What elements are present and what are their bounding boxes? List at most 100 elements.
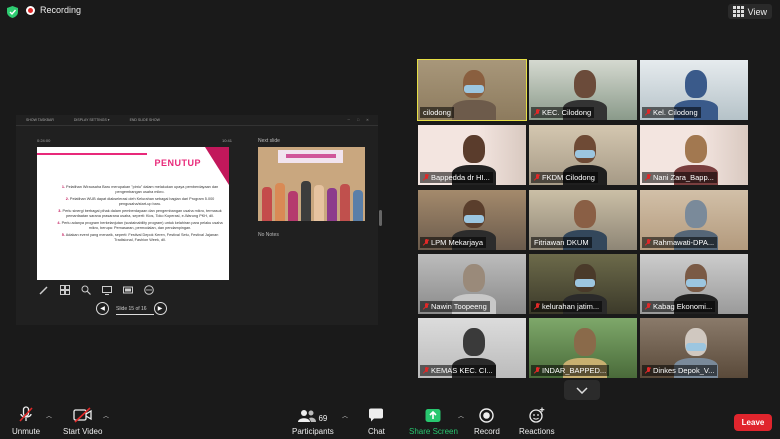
slide-progress-bar xyxy=(116,313,154,315)
participant-head xyxy=(685,135,707,163)
participant-name-tag: kelurahan jatim... xyxy=(531,301,603,312)
participant-tile[interactable]: KEC. Cilodong xyxy=(529,60,637,120)
participant-name-tag: Nawin Toopeeng xyxy=(420,301,490,312)
reactions-button[interactable]: Reactions xyxy=(519,404,555,436)
participant-head xyxy=(685,200,707,228)
leave-button[interactable]: Leave xyxy=(734,414,772,431)
slide-point: 5. Adakan event yang menarik, seperti: F… xyxy=(57,233,223,242)
muted-mic-icon xyxy=(534,303,540,310)
participant-name-tag: INDAR_BAPPED... xyxy=(531,365,610,376)
muted-mic-icon xyxy=(534,109,540,116)
muted-mic-icon xyxy=(645,174,651,181)
participant-tile[interactable]: Nani Zara_Bapp... xyxy=(640,125,748,185)
share-screen-icon xyxy=(425,404,441,423)
participant-tile[interactable]: Bappedda dr HI... xyxy=(418,125,526,185)
participant-name: KEC. Cilodong xyxy=(542,108,592,117)
participant-name-tag: KEC. Cilodong xyxy=(531,107,595,118)
presenter-toolbar: SHOW TASKBAR DISPLAY SETTINGS ▾ END SLID… xyxy=(16,115,378,126)
pointer-icon[interactable] xyxy=(101,284,112,295)
gallery-next-page-button[interactable] xyxy=(564,380,600,400)
view-button[interactable]: View xyxy=(727,4,772,19)
participant-name-tag: Rahmawati-DPA... xyxy=(642,237,718,248)
participant-head xyxy=(463,200,485,228)
next-slide-banner xyxy=(278,150,343,163)
timer-row: 0:24:00 10:41 xyxy=(37,138,232,143)
participant-name-tag: KEMAS KEC. CI... xyxy=(420,365,496,376)
participant-tile[interactable]: Rahmawati-DPA... xyxy=(640,190,748,250)
participant-head xyxy=(574,200,596,228)
muted-mic-icon xyxy=(645,303,651,310)
participant-tile[interactable]: FKDM Cilodong xyxy=(529,125,637,185)
video-options-caret[interactable]: ︿ xyxy=(103,411,109,420)
show-taskbar-button[interactable]: SHOW TASKBAR xyxy=(26,118,54,122)
participants-button[interactable]: 69 Participants xyxy=(292,404,334,436)
participant-name: Nawin Toopeeng xyxy=(431,302,487,311)
next-slide-person xyxy=(327,188,337,221)
share-screen-button[interactable]: Share Screen xyxy=(409,404,458,436)
pen-icon[interactable] xyxy=(38,284,49,295)
start-video-button[interactable]: Start Video xyxy=(63,404,102,436)
video-off-icon xyxy=(73,404,93,423)
share-options-caret[interactable]: ︿ xyxy=(458,411,464,420)
recording-label: Recording xyxy=(40,5,82,15)
slide-tools xyxy=(38,284,154,295)
muted-mic-icon xyxy=(423,174,429,181)
participant-name-tag: Bappedda dr HI... xyxy=(420,172,493,183)
participant-name: Fitriawan DKUM xyxy=(534,238,589,247)
participant-tile[interactable]: INDAR_BAPPED... xyxy=(529,318,637,378)
chat-button[interactable]: Chat xyxy=(368,404,385,436)
participant-head xyxy=(574,328,596,356)
participant-tile[interactable]: Kel. Cilodong xyxy=(640,60,748,120)
record-button[interactable]: Record xyxy=(474,404,500,436)
participant-name: cilodong xyxy=(423,108,451,117)
display-settings-button[interactable]: DISPLAY SETTINGS ▾ xyxy=(74,118,110,122)
slide-counter: Slide 15 of 16 xyxy=(116,306,154,315)
slide-decoration xyxy=(37,153,147,155)
chat-label: Chat xyxy=(368,427,385,436)
unmute-label: Unmute xyxy=(12,427,41,436)
current-slide: PENUTUP 1. Pelatihan Wirausaha Baru meru… xyxy=(37,147,229,280)
shield-icon[interactable] xyxy=(7,6,18,18)
unmute-button[interactable]: Unmute xyxy=(12,404,40,436)
next-slide-person xyxy=(301,181,311,221)
end-slide-show-button[interactable]: END SLIDE SHOW xyxy=(130,118,160,122)
participant-tile[interactable]: cilodong xyxy=(417,59,527,121)
participant-head xyxy=(685,328,707,356)
reactions-icon xyxy=(529,404,545,423)
muted-mic-icon xyxy=(423,239,429,246)
participant-name-tag: LPM Mekarjaya xyxy=(420,237,487,248)
previous-slide-button[interactable]: ◀ xyxy=(96,302,109,315)
participants-options-caret[interactable]: ︿ xyxy=(342,411,348,420)
participant-tile[interactable]: Kabag Ekonomi... xyxy=(640,254,748,314)
audio-options-caret[interactable]: ︿ xyxy=(46,411,52,420)
participant-tile[interactable]: Dinkes Depok_V... xyxy=(640,318,748,378)
next-slide-thumbnail[interactable] xyxy=(258,147,365,221)
zoom-icon[interactable] xyxy=(80,284,91,295)
participant-tile[interactable]: KEMAS KEC. CI... xyxy=(418,318,526,378)
participant-name: Kabag Ekonomi... xyxy=(653,302,713,311)
participant-name-tag: Dinkes Depok_V... xyxy=(642,365,718,376)
slide-corner-decoration xyxy=(205,147,229,185)
notes-scrollbar[interactable] xyxy=(379,210,382,226)
more-options-icon[interactable] xyxy=(143,284,154,295)
slide-point-text: Pelatihan Wirausaha Baru merupakan "pint… xyxy=(66,185,219,194)
all-slides-icon[interactable] xyxy=(59,284,70,295)
muted-mic-icon xyxy=(645,109,651,116)
participant-tile[interactable]: Nawin Toopeeng xyxy=(418,254,526,314)
next-slide-person xyxy=(314,185,324,221)
participant-tile[interactable]: LPM Mekarjaya xyxy=(418,190,526,250)
next-slide-label: Next slide xyxy=(258,138,280,144)
recording-indicator[interactable]: Recording xyxy=(26,5,81,15)
next-slide-person xyxy=(340,184,350,221)
muted-mic-icon xyxy=(534,174,540,181)
participant-tile[interactable]: kelurahan jatim... xyxy=(529,254,637,314)
participant-name-tag: cilodong xyxy=(420,107,454,118)
share-screen-label: Share Screen xyxy=(409,427,458,436)
black-screen-icon[interactable] xyxy=(122,284,133,295)
face-mask xyxy=(686,343,706,351)
slide-point-text: Adakan event yang menarik, seperti: Fest… xyxy=(65,233,219,242)
shared-screen[interactable]: SHOW TASKBAR DISPLAY SETTINGS ▾ END SLID… xyxy=(16,115,382,325)
participant-tile[interactable]: Fitriawan DKUM xyxy=(529,190,637,250)
window-controls: ─ □ ✕ xyxy=(347,118,372,122)
next-slide-button[interactable]: ▶ xyxy=(153,302,167,315)
